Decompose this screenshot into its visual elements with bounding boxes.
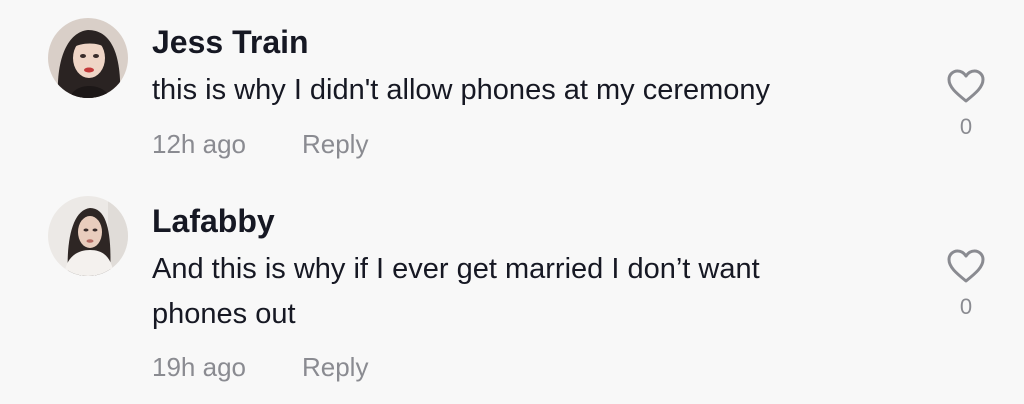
avatar-image — [48, 196, 128, 276]
heart-icon[interactable] — [946, 68, 986, 104]
like-control: 0 — [944, 68, 988, 140]
like-control: 0 — [944, 248, 988, 320]
like-count: 0 — [959, 114, 973, 139]
avatar[interactable] — [48, 18, 128, 98]
heart-icon[interactable] — [946, 248, 986, 284]
comment-username[interactable]: Jess Train — [152, 22, 309, 62]
comment-timestamp: 19h ago — [152, 352, 246, 382]
comment-meta: 19h ago Reply — [152, 350, 368, 384]
comment-timestamp: 12h ago — [152, 129, 246, 159]
comment-text: And this is why if I ever get married I … — [152, 253, 760, 330]
reply-button[interactable]: Reply — [302, 352, 368, 382]
like-count: 0 — [959, 294, 973, 319]
comment-meta: 12h ago Reply — [152, 127, 368, 161]
reply-button[interactable]: Reply — [302, 129, 368, 159]
comment-text: this is why I didn't allow phones at my … — [152, 74, 771, 106]
avatar[interactable] — [48, 196, 128, 276]
comment-username[interactable]: Lafabby — [152, 201, 275, 241]
avatar-image — [48, 18, 128, 98]
